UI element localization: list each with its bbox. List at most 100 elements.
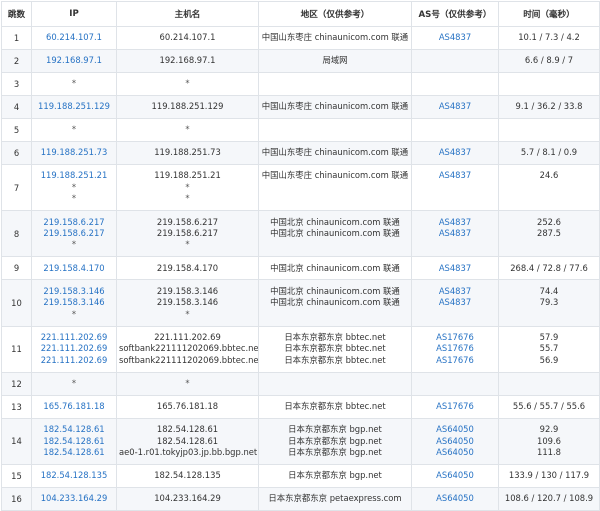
cell-location: 中国山东枣庄 chinaunicom.com 联通: [258, 26, 412, 50]
cell-ip: *: [31, 72, 117, 96]
hostname-text: *: [185, 181, 190, 192]
ip-link[interactable]: 182.54.128.135: [34, 470, 114, 481]
cell-ip: *: [31, 118, 117, 142]
ip-link[interactable]: 192.168.97.1: [34, 55, 114, 66]
time-text: 252.6: [537, 216, 561, 227]
hostname-text: 192.168.97.1: [159, 55, 216, 66]
cell-ip: 182.54.128.61 182.54.128.61 182.54.128.61: [31, 417, 117, 465]
cell-time: 24.6: [498, 163, 600, 212]
asn-link[interactable]: AS4837: [414, 170, 496, 181]
cell-ip: 182.54.128.135: [31, 463, 117, 488]
ip-link[interactable]: 221.111.202.69: [34, 355, 114, 366]
asn-link[interactable]: AS4837: [414, 286, 496, 297]
cell-hostname: *: [116, 118, 259, 142]
time-text: [501, 239, 597, 250]
asn-link[interactable]: AS4837: [414, 297, 496, 308]
ip-link: *: [71, 124, 77, 135]
table-row: 11 221.111.202.69 221.111.202.69 221.111.20…: [1, 325, 600, 373]
traceroute-table: 跳数 IP 主机名 地区（仅供参考） AS号（仅供参考） 时间（毫秒） 1 60.…: [1, 1, 600, 511]
hostname-text: 165.76.181.18: [156, 401, 219, 412]
table-row: 16 104.233.164.29 104.233.164.29 日本东京都东京 pe…: [1, 486, 600, 511]
asn-link[interactable]: AS4837: [414, 32, 496, 43]
asn-link[interactable]: AS4837: [414, 228, 496, 239]
asn-link[interactable]: AS4837: [414, 263, 496, 274]
ip-link[interactable]: 119.188.251.21: [34, 170, 114, 181]
asn-link[interactable]: AS64050: [414, 436, 496, 447]
time-text: 74.4: [539, 285, 559, 296]
ip-link[interactable]: 219.158.6.217: [34, 217, 114, 228]
hostname-text: 119.188.251.129: [151, 101, 224, 112]
ip-link[interactable]: 219.158.3.146: [34, 286, 114, 297]
asn-link[interactable]: AS64050: [414, 470, 496, 481]
ip-link[interactable]: 165.76.181.18: [34, 401, 114, 412]
cell-hostname: 221.111.202.69 softbank221111202069.bbtec…: [116, 325, 259, 373]
asn-link[interactable]: AS17676: [414, 355, 496, 366]
asn-link[interactable]: AS17676: [414, 332, 496, 343]
cell-hostname: 165.76.181.18: [116, 394, 259, 419]
cell-asn: AS4837: [411, 141, 499, 165]
cell-location: [258, 118, 412, 142]
cell-hop: 14: [1, 417, 32, 465]
cell-asn: [411, 72, 499, 96]
location-text: 日本东京都东京 bbtec.net: [284, 343, 386, 354]
ip-link[interactable]: 219.158.4.170: [34, 263, 114, 274]
table-row: 15 182.54.128.135 182.54.128.135 日本东京都东京 bg…: [1, 463, 600, 488]
location-text: [261, 239, 409, 250]
ip-link[interactable]: 182.54.128.61: [34, 447, 114, 458]
ip-link[interactable]: 219.158.3.146: [34, 297, 114, 308]
table-row: 6 119.188.251.73 119.188.251.73 中国山东枣庄 chin…: [1, 141, 600, 165]
location-text: 日本东京都东京 bbtec.net: [284, 354, 386, 365]
ip-link[interactable]: 182.54.128.61: [34, 424, 114, 435]
asn-link[interactable]: AS64050: [414, 447, 496, 458]
cell-ip: 219.158.4.170: [31, 256, 117, 281]
ip-link[interactable]: 182.54.128.61: [34, 436, 114, 447]
time-text: 268.4 / 72.8 / 77.6: [510, 262, 588, 273]
header-hostname: 主机名: [116, 1, 259, 27]
cell-location: [258, 72, 412, 96]
ip-link[interactable]: 119.188.251.129: [34, 101, 114, 112]
ip-link[interactable]: 104.233.164.29: [34, 493, 114, 504]
ip-link[interactable]: 221.111.202.69: [34, 343, 114, 354]
asn-link[interactable]: AS64050: [414, 493, 496, 504]
cell-ip: *: [31, 371, 117, 396]
cell-asn: [411, 118, 499, 142]
asn-link[interactable]: AS17676: [414, 401, 496, 412]
cell-asn: AS4837: [411, 256, 499, 281]
cell-time: 9.1 / 36.2 / 33.8: [498, 95, 600, 119]
ip-link: *: [71, 308, 77, 319]
hostname-text: *: [185, 78, 190, 89]
cell-ip: 60.214.107.1: [31, 26, 117, 50]
hostname-text: *: [185, 239, 190, 250]
asn-link[interactable]: AS4837: [414, 147, 496, 158]
hostname-text: 182.54.128.61: [156, 424, 219, 435]
hostname-text: 221.111.202.69: [154, 332, 221, 343]
ip-link[interactable]: 119.188.251.73: [34, 147, 114, 158]
ip-link: *: [71, 239, 77, 250]
asn-link[interactable]: AS4837: [414, 101, 496, 112]
ip-link[interactable]: 60.214.107.1: [34, 32, 114, 43]
cell-asn: AS4837 AS4837: [411, 279, 499, 327]
header-location: 地区（仅供参考）: [258, 1, 412, 27]
time-text: 56.9: [539, 354, 559, 365]
location-text: 日本东京都东京 bgp.net: [288, 447, 382, 458]
ip-link[interactable]: 219.158.6.217: [34, 228, 114, 239]
cell-hop: 8: [1, 210, 32, 258]
hostname-text: *: [185, 124, 190, 135]
cell-time: 57.9 55.7 56.9: [498, 325, 600, 373]
cell-asn: AS4837: [411, 26, 499, 50]
table-body: 1 60.214.107.1 60.214.107.1 中国山东枣庄 chinauni…: [1, 26, 600, 511]
cell-asn: AS4837: [411, 95, 499, 119]
asn-link[interactable]: AS4837: [414, 217, 496, 228]
asn-link[interactable]: AS64050: [414, 424, 496, 435]
asn-link[interactable]: AS17676: [414, 343, 496, 354]
hostname-text: softbank221111202069.bbtec.net: [119, 354, 259, 365]
cell-hostname: 219.158.3.146 219.158.3.146 *: [116, 279, 259, 327]
hostname-text: 119.188.251.73: [154, 147, 221, 158]
time-text: 287.5: [537, 228, 561, 239]
ip-link[interactable]: 221.111.202.69: [34, 332, 114, 343]
location-text: [261, 78, 409, 89]
cell-location: 中国山东枣庄 chinaunicom.com 联通: [258, 95, 412, 119]
asn-link: [414, 239, 496, 250]
cell-hop: 13: [1, 394, 32, 419]
cell-ip: 221.111.202.69 221.111.202.69 221.111.202.…: [31, 325, 117, 373]
